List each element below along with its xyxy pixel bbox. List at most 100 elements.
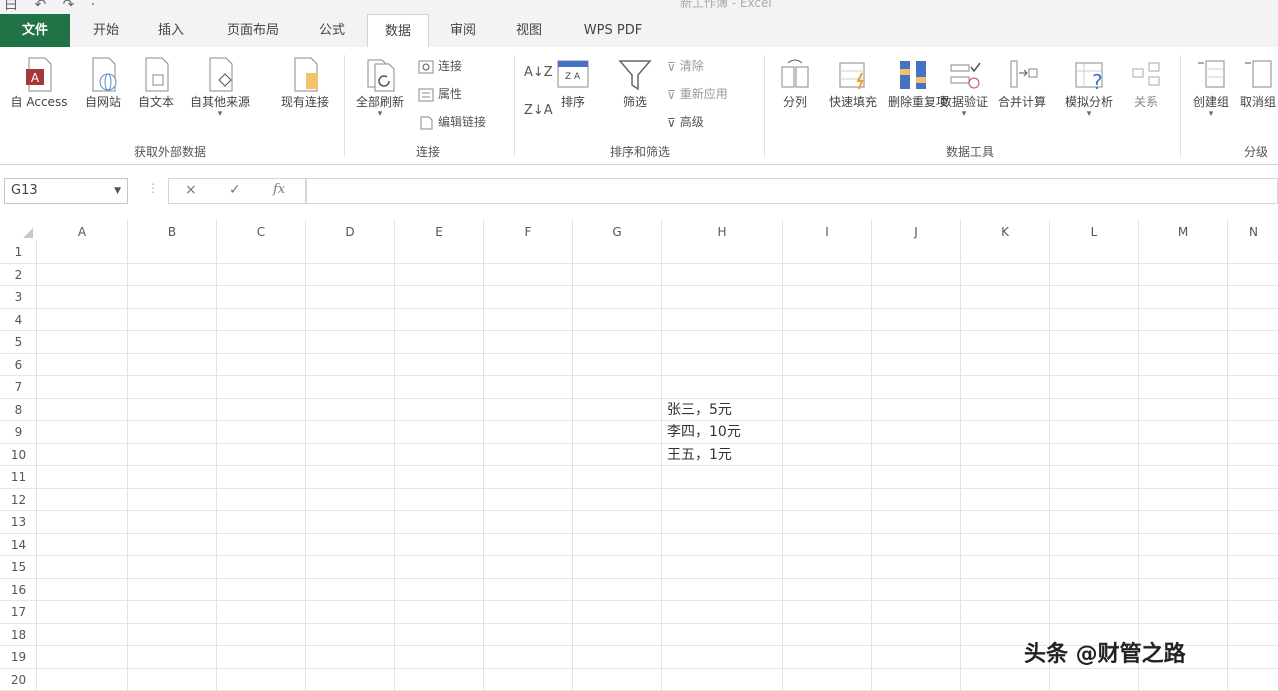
enter-icon[interactable]: ✓ xyxy=(229,182,241,198)
sort-descending-button[interactable]: Z↓A xyxy=(524,103,553,118)
row-gridline xyxy=(0,443,1278,444)
row-header-13[interactable]: 13 xyxy=(0,511,37,534)
name-box[interactable]: G13 ▼ xyxy=(4,178,128,204)
advanced-filter-button[interactable]: ⊽高级 xyxy=(667,113,704,130)
web-icon xyxy=(86,55,120,93)
column-header-m[interactable]: M xyxy=(1139,220,1228,241)
tab-insert[interactable]: 插入 xyxy=(145,14,197,47)
row-header-4[interactable]: 4 xyxy=(0,309,37,332)
column-header-h[interactable]: H xyxy=(662,220,783,241)
row-header-8[interactable]: 8 xyxy=(0,399,37,422)
column-header-j[interactable]: J xyxy=(872,220,961,241)
refresh-all-button[interactable]: 全部刷新 ▾ xyxy=(348,55,412,118)
row-header-12[interactable]: 12 xyxy=(0,489,37,512)
tab-wps-pdf[interactable]: WPS PDF xyxy=(570,14,656,47)
group-button[interactable]: 创建组 ▾ xyxy=(1186,55,1236,118)
tab-review[interactable]: 审阅 xyxy=(437,14,489,47)
tab-data[interactable]: 数据 xyxy=(367,14,429,47)
other-sources-icon xyxy=(203,55,237,93)
group-separator xyxy=(344,55,345,157)
tab-view[interactable]: 视图 xyxy=(503,14,555,47)
consolidate-button[interactable]: 合并计算 xyxy=(992,55,1052,110)
row-gridline xyxy=(0,330,1278,331)
formula-bar-grip[interactable]: ⋮ xyxy=(147,181,159,195)
formula-buttons: × ✓ fx xyxy=(168,178,306,204)
text-to-columns-button[interactable]: 分列 xyxy=(774,55,816,110)
row-header-5[interactable]: 5 xyxy=(0,331,37,354)
filter-button[interactable]: 筛选 xyxy=(612,55,658,110)
column-header-n[interactable]: N xyxy=(1228,220,1278,241)
group-label-sort-filter: 排序和筛选 xyxy=(590,143,690,160)
ribbon: A 自 Access 自网站 自文本 自其他来源 ▾ 现有连接 获取外部数据 全… xyxy=(0,47,1278,165)
ungroup-icon xyxy=(1241,55,1275,93)
row-header-10[interactable]: 10 xyxy=(0,444,37,467)
chevron-down-icon[interactable]: ▼ xyxy=(114,179,121,203)
cancel-icon[interactable]: × xyxy=(185,182,197,198)
column-header-a[interactable]: A xyxy=(37,220,128,241)
row-header-17[interactable]: 17 xyxy=(0,601,37,624)
cell-h9[interactable]: 李四，10元 xyxy=(667,421,741,444)
row-gridline xyxy=(0,555,1278,556)
row-header-14[interactable]: 14 xyxy=(0,534,37,557)
column-header-e[interactable]: E xyxy=(395,220,484,241)
row-header-20[interactable]: 20 xyxy=(0,669,37,691)
column-header-c[interactable]: C xyxy=(217,220,306,241)
flash-fill-button[interactable]: 快速填充 xyxy=(822,55,884,110)
tab-file[interactable]: 文件 xyxy=(0,14,70,47)
connections-button[interactable]: 连接 xyxy=(418,57,462,74)
row-header-3[interactable]: 3 xyxy=(0,286,37,309)
row-header-15[interactable]: 15 xyxy=(0,556,37,579)
chevron-down-icon: ▾ xyxy=(348,110,412,118)
row-header-1[interactable]: 1 xyxy=(0,241,37,264)
worksheet-grid[interactable]: ABCDEFGHIJKLMN12345678910111213141516171… xyxy=(0,220,1278,690)
from-web-button[interactable]: 自网站 xyxy=(76,55,130,110)
what-if-analysis-button[interactable]: ? 模拟分析 ▾ xyxy=(1056,55,1122,118)
group-label-outline: 分级 xyxy=(1244,143,1278,160)
row-header-18[interactable]: 18 xyxy=(0,624,37,647)
row-gridline xyxy=(0,308,1278,309)
sort-button[interactable]: Z A 排序 xyxy=(552,55,594,110)
row-header-7[interactable]: 7 xyxy=(0,376,37,399)
ungroup-button[interactable]: 取消组 xyxy=(1238,55,1278,110)
column-header-k[interactable]: K xyxy=(961,220,1050,241)
existing-connections-button[interactable]: 现有连接 xyxy=(270,55,340,110)
relationships-button[interactable]: 关系 xyxy=(1126,55,1166,110)
insert-function-icon[interactable]: fx xyxy=(273,182,285,197)
row-header-2[interactable]: 2 xyxy=(0,264,37,287)
column-header-g[interactable]: G xyxy=(573,220,662,241)
from-text-button[interactable]: 自文本 xyxy=(131,55,181,110)
column-header-l[interactable]: L xyxy=(1050,220,1139,241)
edit-links-button[interactable]: 编辑链接 xyxy=(418,113,486,130)
quick-access-toolbar[interactable]: 白 ↶ ↷ · xyxy=(4,0,101,14)
row-header-19[interactable]: 19 xyxy=(0,646,37,669)
tab-page-layout[interactable]: 页面布局 xyxy=(215,14,291,47)
properties-icon xyxy=(418,88,434,102)
properties-button[interactable]: 属性 xyxy=(418,85,462,102)
select-all-corner[interactable] xyxy=(0,220,37,241)
column-header-i[interactable]: I xyxy=(783,220,872,241)
row-header-9[interactable]: 9 xyxy=(0,421,37,444)
row-gridline xyxy=(0,465,1278,466)
cell-h10[interactable]: 王五，1元 xyxy=(667,444,732,467)
formula-input[interactable] xyxy=(306,178,1278,204)
from-access-button[interactable]: A 自 Access xyxy=(4,55,74,110)
row-header-6[interactable]: 6 xyxy=(0,354,37,377)
sort-az-icon: A↓Z xyxy=(524,65,553,80)
formula-bar: G13 ▼ ⋮ × ✓ fx xyxy=(0,165,1278,211)
remove-duplicates-button[interactable]: 删除重复项 xyxy=(888,55,938,110)
data-validation-button[interactable]: 数据验证 ▾ xyxy=(940,55,988,118)
cell-h8[interactable]: 张三，5元 xyxy=(667,399,732,422)
tab-home[interactable]: 开始 xyxy=(80,14,132,47)
column-header-b[interactable]: B xyxy=(128,220,217,241)
column-header-f[interactable]: F xyxy=(484,220,573,241)
column-header-d[interactable]: D xyxy=(306,220,395,241)
group-label-get-external: 获取外部数据 xyxy=(100,143,240,160)
clear-filter-button[interactable]: ⊽清除 xyxy=(667,57,704,74)
tab-formulas[interactable]: 公式 xyxy=(306,14,358,47)
row-header-16[interactable]: 16 xyxy=(0,579,37,602)
reapply-button[interactable]: ⊽重新应用 xyxy=(667,85,728,102)
row-header-11[interactable]: 11 xyxy=(0,466,37,489)
sort-ascending-button[interactable]: A↓Z xyxy=(524,65,553,80)
from-other-sources-button[interactable]: 自其他来源 ▾ xyxy=(182,55,258,118)
title-bar: 白 ↶ ↷ · 新工作簿 - Excel xyxy=(0,0,1278,14)
